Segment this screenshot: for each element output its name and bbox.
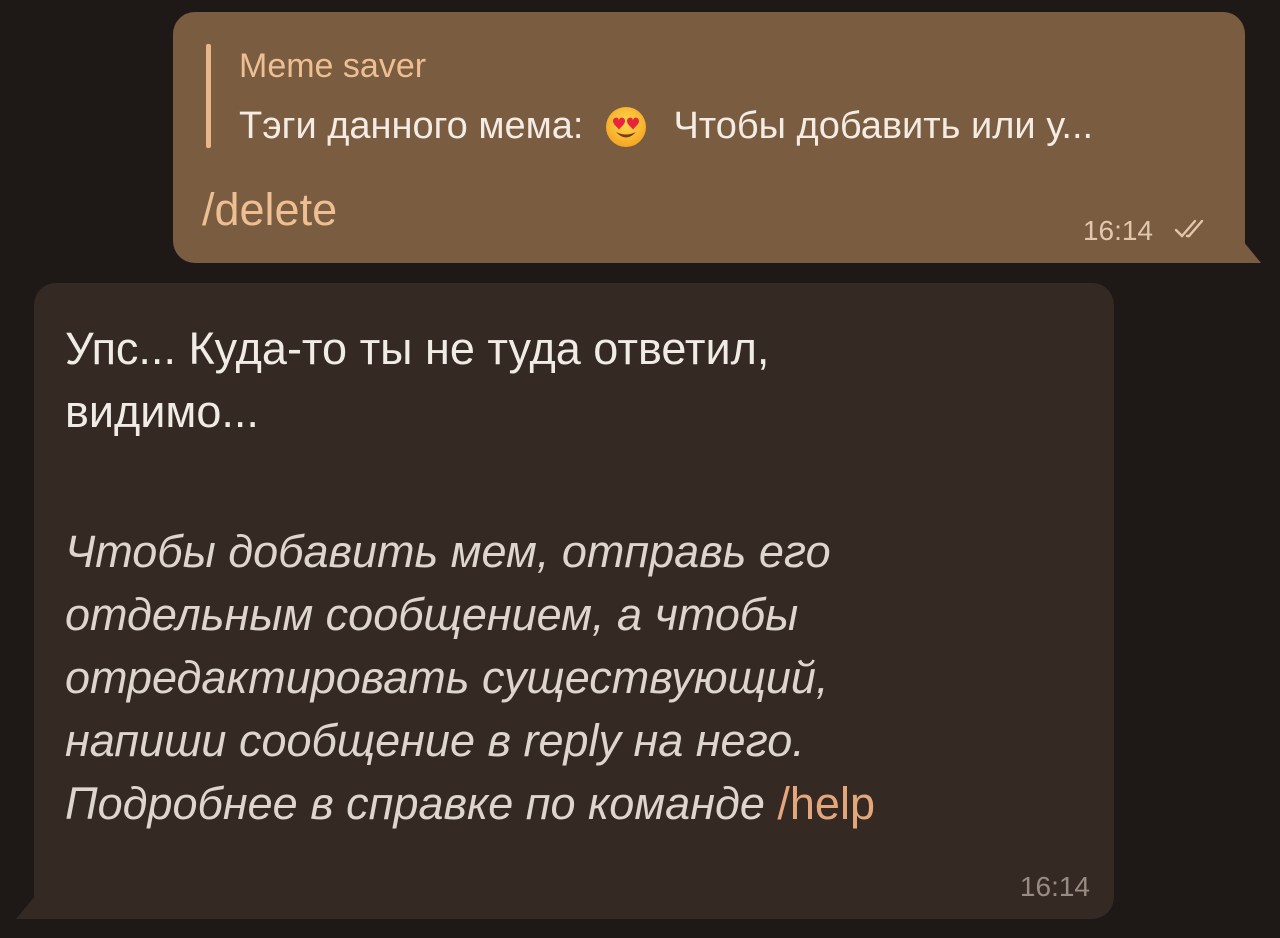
reply-text-part-1: Тэги данного мема:: [239, 105, 584, 148]
double-check-icon: [1174, 219, 1204, 238]
reply-author: Meme saver: [239, 47, 427, 85]
message-time: 16:14: [1019, 871, 1090, 902]
message-italic-line: отдельным сообщением, а чтобы: [65, 589, 799, 640]
message-italic-line-help: Подробнее в справке по команде /help: [65, 778, 875, 830]
outgoing-message-bubble[interactable]: Meme saver Тэги данного мема: Чтобы доба…: [173, 12, 1261, 263]
help-command-link[interactable]: /help: [777, 778, 875, 829]
delete-command-link[interactable]: /delete: [202, 184, 337, 236]
message-italic-line: Чтобы добавить мем, отправь его: [65, 526, 831, 577]
message-line: Упс... Куда-то ты не туда ответил,: [65, 323, 770, 374]
bubble-tail: [1243, 241, 1261, 263]
message-line: видимо...: [65, 386, 259, 437]
message-time: 16:14: [1082, 215, 1153, 246]
reply-preview-text: Тэги данного мема: Чтобы добавить или у.…: [239, 104, 1093, 148]
help-prompt-text: Подробнее в справке по команде: [65, 778, 765, 829]
reply-bar: [206, 44, 211, 148]
message-italic-line: отредактировать существующий,: [65, 652, 829, 703]
incoming-message-bubble[interactable]: Упс... Куда-то ты не туда ответил, видим…: [16, 283, 1114, 919]
chat-area: Meme saver Тэги данного мема: Чтобы доба…: [0, 0, 1280, 938]
message-italic-line: напиши сообщение в reply на него.: [65, 715, 805, 766]
reply-text-part-2: Чтобы добавить или у...: [673, 105, 1094, 148]
reply-quote[interactable]: Meme saver Тэги данного мема: Чтобы доба…: [206, 44, 1216, 150]
heart-eyes-emoji-icon: [606, 106, 647, 147]
bubble-tail: [16, 895, 36, 919]
